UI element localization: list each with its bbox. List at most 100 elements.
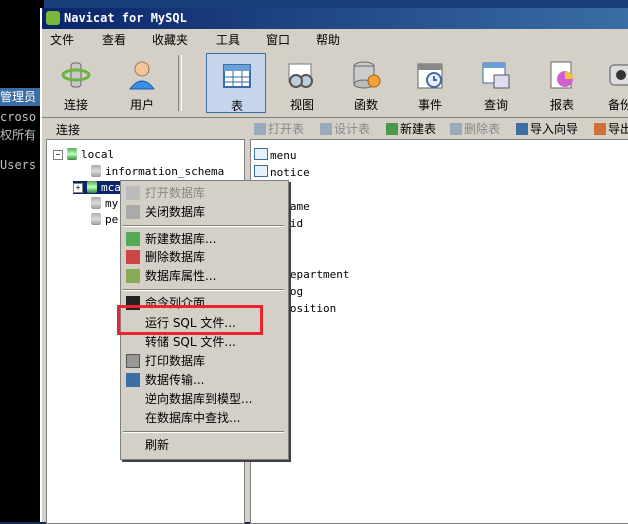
cmd-line: 权所有 — [0, 128, 37, 142]
menu-item-label: 数据传输... — [145, 373, 205, 387]
query-icon — [482, 62, 510, 89]
database-icon — [91, 213, 101, 225]
menu-reverse-to-model[interactable]: 逆向数据库到模型... — [125, 390, 284, 408]
import-icon — [516, 123, 528, 135]
tree-node-database[interactable]: my — [91, 197, 118, 210]
new-table-button[interactable]: 新建表 — [386, 120, 436, 137]
window-title: Navicat for MySQL — [64, 11, 187, 25]
user-icon — [128, 61, 156, 90]
highlight-box — [117, 305, 263, 335]
cmd-line: croso — [0, 110, 37, 124]
menu-item-label: 新建数据库... — [145, 232, 217, 246]
toolbar-label: 报表 — [549, 98, 574, 112]
toolbar-view-button[interactable]: 视图 — [272, 53, 332, 113]
database-icon — [91, 197, 101, 209]
menu-refresh[interactable]: 刷新 — [125, 436, 284, 454]
toolbar-label: 备份 — [608, 98, 628, 112]
printer-icon — [126, 354, 140, 368]
toolbar-separator — [178, 55, 182, 111]
table-icon — [223, 64, 251, 88]
import-wizard-label: 导入向导 — [530, 122, 579, 136]
expand-toggle[interactable]: + — [73, 183, 83, 193]
view-icon — [288, 63, 313, 88]
menu-database-properties[interactable]: 数据库属性... — [125, 267, 284, 285]
collapse-toggle[interactable]: − — [53, 150, 63, 160]
design-table-button[interactable]: 设计表 — [320, 120, 370, 137]
open-table-label: 打开表 — [268, 122, 305, 136]
database-icon — [87, 181, 97, 193]
toolbar-connection-button[interactable]: 连接 — [46, 53, 106, 113]
toolbar-report-button[interactable]: 报表 — [532, 53, 592, 113]
list-item[interactable]: notice — [254, 165, 310, 179]
toolbar-event-button[interactable]: 事件 — [400, 53, 460, 113]
menu-dump-sql-file[interactable]: 转储 SQL 文件... — [125, 333, 284, 351]
toolbar-backup-button[interactable]: 备份 — [596, 53, 628, 113]
table-icon — [254, 165, 268, 177]
menu-item-label: 打开数据库 — [145, 186, 206, 200]
tree-node-label: local — [81, 148, 115, 161]
toolbar-label: 事件 — [417, 98, 442, 112]
navicat-app-icon — [46, 11, 60, 25]
tree-node-label: pe — [105, 213, 119, 226]
connection-icon — [61, 62, 91, 88]
export-wizard-button[interactable]: 导出 — [594, 120, 628, 137]
menu-item-label: 数据库属性... — [145, 269, 217, 283]
tree-node-local[interactable]: − local — [53, 148, 114, 161]
menu-data-transfer[interactable]: 数据传输... — [125, 371, 284, 389]
menu-find-in-database[interactable]: 在数据库中查找... — [125, 409, 284, 427]
export-icon — [594, 123, 606, 135]
menu-help[interactable]: 帮助 — [316, 31, 340, 48]
main-toolbar: 连接 用户 表 视图 函数 事件 查询 报表 备份 — [42, 49, 628, 118]
menu-window[interactable]: 窗口 — [266, 31, 290, 48]
export-wizard-label: 导出 — [608, 122, 628, 136]
import-wizard-button[interactable]: 导入向导 — [516, 120, 578, 137]
menu-view[interactable]: 查看 — [102, 31, 126, 48]
toolbar-label: 查询 — [483, 98, 508, 112]
properties-icon — [126, 269, 140, 283]
menu-close-database[interactable]: 关闭数据库 — [125, 203, 284, 221]
list-item[interactable]: menu — [254, 148, 297, 162]
toolbar-label: 表 — [230, 99, 243, 113]
open-table-button[interactable]: 打开表 — [254, 120, 304, 137]
toolbar-function-button[interactable]: 函数 — [336, 53, 396, 113]
menu-item-label: 打印数据库 — [145, 354, 206, 368]
menu-delete-database[interactable]: 删除数据库 — [125, 248, 284, 266]
connection-icon — [67, 148, 77, 160]
object-toolbar: 连接 打开表 设计表 新建表 删除表 导入向导 导出 — [42, 118, 628, 138]
menu-favorites[interactable]: 收藏夹 — [152, 31, 188, 48]
backup-icon — [609, 64, 628, 86]
design-table-icon — [320, 123, 332, 135]
menu-separator — [123, 431, 284, 433]
tree-node-database[interactable]: information_schema — [91, 165, 224, 178]
delete-table-button[interactable]: 删除表 — [450, 120, 500, 137]
toolbar-query-button[interactable]: 查询 — [466, 53, 526, 113]
toolbar-label: 函数 — [353, 98, 378, 112]
new-table-icon — [386, 123, 398, 135]
database-icon — [126, 186, 140, 200]
menu-item-label: 转储 SQL 文件... — [145, 335, 236, 349]
toolbar-label: 连接 — [63, 98, 88, 112]
new-database-icon — [126, 232, 140, 246]
toolbar-user-button[interactable]: 用户 — [112, 53, 172, 113]
title-bar[interactable]: Navicat for MySQL — [42, 8, 628, 29]
menu-print-database[interactable]: 打印数据库 — [125, 352, 284, 370]
design-table-label: 设计表 — [334, 122, 371, 136]
menu-file[interactable]: 文件 — [50, 31, 74, 48]
command-prompt-window[interactable]: 管理员 croso 权所有 Users — [0, 0, 44, 522]
list-item-label: notice — [270, 166, 310, 179]
menu-item-label: 关闭数据库 — [145, 205, 206, 219]
toolbar-table-button[interactable]: 表 — [206, 53, 266, 113]
menu-item-label: 刷新 — [145, 438, 170, 452]
menu-new-database[interactable]: 新建数据库... — [125, 230, 284, 248]
menu-tools[interactable]: 工具 — [216, 31, 240, 48]
table-list[interactable]: menu notice le e_name cusid eid r_depart… — [250, 139, 628, 524]
function-icon — [353, 61, 381, 89]
tree-node-label: my — [105, 197, 119, 210]
menu-open-database[interactable]: 打开数据库 — [125, 184, 284, 202]
tree-node-database[interactable]: pe — [91, 213, 118, 226]
event-icon — [417, 63, 443, 89]
toolbar-label: 用户 — [129, 98, 154, 112]
database-icon — [91, 165, 101, 177]
delete-table-icon — [450, 123, 462, 135]
menu-separator — [123, 289, 284, 291]
